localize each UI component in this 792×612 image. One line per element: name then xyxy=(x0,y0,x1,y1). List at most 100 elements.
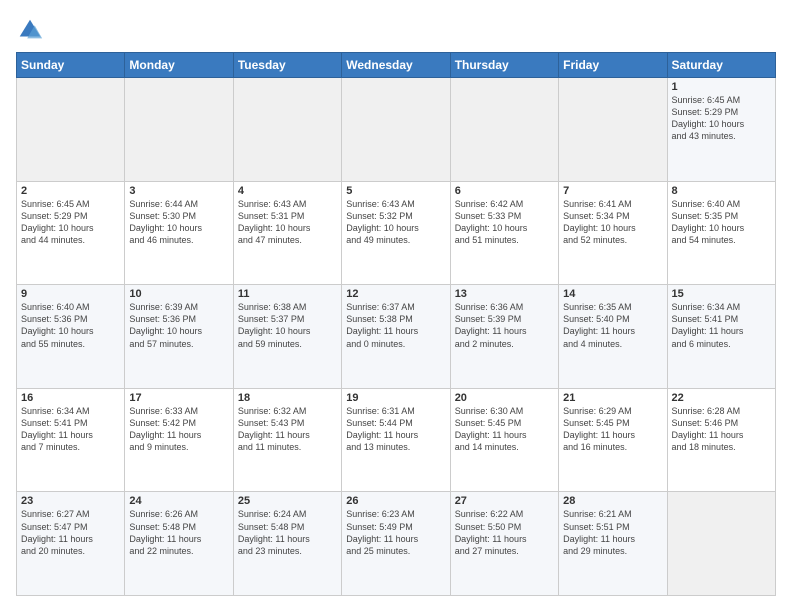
calendar-header-monday: Monday xyxy=(125,53,233,78)
calendar-cell: 22Sunrise: 6:28 AM Sunset: 5:46 PM Dayli… xyxy=(667,388,775,492)
day-info: Sunrise: 6:37 AM Sunset: 5:38 PM Dayligh… xyxy=(346,301,445,350)
day-number: 23 xyxy=(21,495,120,507)
day-number: 20 xyxy=(455,392,554,404)
day-info: Sunrise: 6:43 AM Sunset: 5:32 PM Dayligh… xyxy=(346,198,445,247)
header xyxy=(16,16,776,44)
day-number: 15 xyxy=(672,288,771,300)
day-number: 10 xyxy=(129,288,228,300)
calendar-cell: 8Sunrise: 6:40 AM Sunset: 5:35 PM Daylig… xyxy=(667,181,775,285)
logo-icon xyxy=(16,16,44,44)
calendar-week-3: 9Sunrise: 6:40 AM Sunset: 5:36 PM Daylig… xyxy=(17,285,776,389)
day-number: 14 xyxy=(563,288,662,300)
day-info: Sunrise: 6:40 AM Sunset: 5:36 PM Dayligh… xyxy=(21,301,120,350)
day-number: 28 xyxy=(563,495,662,507)
calendar-cell: 5Sunrise: 6:43 AM Sunset: 5:32 PM Daylig… xyxy=(342,181,450,285)
day-info: Sunrise: 6:38 AM Sunset: 5:37 PM Dayligh… xyxy=(238,301,337,350)
day-number: 2 xyxy=(21,185,120,197)
calendar-cell: 1Sunrise: 6:45 AM Sunset: 5:29 PM Daylig… xyxy=(667,78,775,182)
calendar-cell: 25Sunrise: 6:24 AM Sunset: 5:48 PM Dayli… xyxy=(233,492,341,596)
day-info: Sunrise: 6:43 AM Sunset: 5:31 PM Dayligh… xyxy=(238,198,337,247)
calendar-header-sunday: Sunday xyxy=(17,53,125,78)
day-number: 21 xyxy=(563,392,662,404)
calendar-header-thursday: Thursday xyxy=(450,53,558,78)
calendar-week-4: 16Sunrise: 6:34 AM Sunset: 5:41 PM Dayli… xyxy=(17,388,776,492)
day-number: 22 xyxy=(672,392,771,404)
day-info: Sunrise: 6:45 AM Sunset: 5:29 PM Dayligh… xyxy=(672,94,771,143)
logo xyxy=(16,16,48,44)
calendar-week-2: 2Sunrise: 6:45 AM Sunset: 5:29 PM Daylig… xyxy=(17,181,776,285)
day-info: Sunrise: 6:23 AM Sunset: 5:49 PM Dayligh… xyxy=(346,508,445,557)
calendar-cell: 18Sunrise: 6:32 AM Sunset: 5:43 PM Dayli… xyxy=(233,388,341,492)
calendar-cell: 3Sunrise: 6:44 AM Sunset: 5:30 PM Daylig… xyxy=(125,181,233,285)
day-info: Sunrise: 6:30 AM Sunset: 5:45 PM Dayligh… xyxy=(455,405,554,454)
day-number: 3 xyxy=(129,185,228,197)
calendar-header-tuesday: Tuesday xyxy=(233,53,341,78)
day-info: Sunrise: 6:29 AM Sunset: 5:45 PM Dayligh… xyxy=(563,405,662,454)
day-number: 17 xyxy=(129,392,228,404)
day-info: Sunrise: 6:45 AM Sunset: 5:29 PM Dayligh… xyxy=(21,198,120,247)
calendar-cell: 19Sunrise: 6:31 AM Sunset: 5:44 PM Dayli… xyxy=(342,388,450,492)
day-number: 11 xyxy=(238,288,337,300)
calendar-cell: 7Sunrise: 6:41 AM Sunset: 5:34 PM Daylig… xyxy=(559,181,667,285)
calendar-cell: 28Sunrise: 6:21 AM Sunset: 5:51 PM Dayli… xyxy=(559,492,667,596)
calendar-cell: 26Sunrise: 6:23 AM Sunset: 5:49 PM Dayli… xyxy=(342,492,450,596)
day-info: Sunrise: 6:34 AM Sunset: 5:41 PM Dayligh… xyxy=(672,301,771,350)
calendar-cell: 6Sunrise: 6:42 AM Sunset: 5:33 PM Daylig… xyxy=(450,181,558,285)
day-info: Sunrise: 6:31 AM Sunset: 5:44 PM Dayligh… xyxy=(346,405,445,454)
day-number: 4 xyxy=(238,185,337,197)
calendar-cell xyxy=(559,78,667,182)
calendar-header-friday: Friday xyxy=(559,53,667,78)
day-number: 16 xyxy=(21,392,120,404)
day-number: 6 xyxy=(455,185,554,197)
calendar-table: SundayMondayTuesdayWednesdayThursdayFrid… xyxy=(16,52,776,596)
calendar-cell: 2Sunrise: 6:45 AM Sunset: 5:29 PM Daylig… xyxy=(17,181,125,285)
calendar-cell: 24Sunrise: 6:26 AM Sunset: 5:48 PM Dayli… xyxy=(125,492,233,596)
day-number: 12 xyxy=(346,288,445,300)
day-info: Sunrise: 6:33 AM Sunset: 5:42 PM Dayligh… xyxy=(129,405,228,454)
day-info: Sunrise: 6:26 AM Sunset: 5:48 PM Dayligh… xyxy=(129,508,228,557)
day-number: 9 xyxy=(21,288,120,300)
day-info: Sunrise: 6:28 AM Sunset: 5:46 PM Dayligh… xyxy=(672,405,771,454)
day-number: 24 xyxy=(129,495,228,507)
calendar-cell: 14Sunrise: 6:35 AM Sunset: 5:40 PM Dayli… xyxy=(559,285,667,389)
calendar-cell: 4Sunrise: 6:43 AM Sunset: 5:31 PM Daylig… xyxy=(233,181,341,285)
day-info: Sunrise: 6:39 AM Sunset: 5:36 PM Dayligh… xyxy=(129,301,228,350)
day-number: 8 xyxy=(672,185,771,197)
day-info: Sunrise: 6:41 AM Sunset: 5:34 PM Dayligh… xyxy=(563,198,662,247)
day-info: Sunrise: 6:22 AM Sunset: 5:50 PM Dayligh… xyxy=(455,508,554,557)
calendar-cell: 21Sunrise: 6:29 AM Sunset: 5:45 PM Dayli… xyxy=(559,388,667,492)
calendar-header-wednesday: Wednesday xyxy=(342,53,450,78)
day-number: 25 xyxy=(238,495,337,507)
calendar-week-1: 1Sunrise: 6:45 AM Sunset: 5:29 PM Daylig… xyxy=(17,78,776,182)
calendar-cell xyxy=(342,78,450,182)
calendar-cell: 16Sunrise: 6:34 AM Sunset: 5:41 PM Dayli… xyxy=(17,388,125,492)
calendar-cell: 10Sunrise: 6:39 AM Sunset: 5:36 PM Dayli… xyxy=(125,285,233,389)
calendar-cell xyxy=(667,492,775,596)
calendar-cell: 17Sunrise: 6:33 AM Sunset: 5:42 PM Dayli… xyxy=(125,388,233,492)
day-info: Sunrise: 6:36 AM Sunset: 5:39 PM Dayligh… xyxy=(455,301,554,350)
day-info: Sunrise: 6:42 AM Sunset: 5:33 PM Dayligh… xyxy=(455,198,554,247)
day-info: Sunrise: 6:32 AM Sunset: 5:43 PM Dayligh… xyxy=(238,405,337,454)
calendar-cell xyxy=(450,78,558,182)
page: SundayMondayTuesdayWednesdayThursdayFrid… xyxy=(0,0,792,612)
calendar-header-row: SundayMondayTuesdayWednesdayThursdayFrid… xyxy=(17,53,776,78)
calendar-week-5: 23Sunrise: 6:27 AM Sunset: 5:47 PM Dayli… xyxy=(17,492,776,596)
calendar-cell xyxy=(233,78,341,182)
day-number: 27 xyxy=(455,495,554,507)
calendar-cell: 13Sunrise: 6:36 AM Sunset: 5:39 PM Dayli… xyxy=(450,285,558,389)
day-number: 1 xyxy=(672,81,771,93)
day-info: Sunrise: 6:35 AM Sunset: 5:40 PM Dayligh… xyxy=(563,301,662,350)
day-number: 7 xyxy=(563,185,662,197)
day-info: Sunrise: 6:27 AM Sunset: 5:47 PM Dayligh… xyxy=(21,508,120,557)
calendar-cell: 27Sunrise: 6:22 AM Sunset: 5:50 PM Dayli… xyxy=(450,492,558,596)
day-info: Sunrise: 6:40 AM Sunset: 5:35 PM Dayligh… xyxy=(672,198,771,247)
calendar-cell xyxy=(17,78,125,182)
calendar-cell xyxy=(125,78,233,182)
day-number: 18 xyxy=(238,392,337,404)
calendar-header-saturday: Saturday xyxy=(667,53,775,78)
day-number: 13 xyxy=(455,288,554,300)
calendar-cell: 9Sunrise: 6:40 AM Sunset: 5:36 PM Daylig… xyxy=(17,285,125,389)
calendar-cell: 11Sunrise: 6:38 AM Sunset: 5:37 PM Dayli… xyxy=(233,285,341,389)
day-info: Sunrise: 6:21 AM Sunset: 5:51 PM Dayligh… xyxy=(563,508,662,557)
day-number: 26 xyxy=(346,495,445,507)
